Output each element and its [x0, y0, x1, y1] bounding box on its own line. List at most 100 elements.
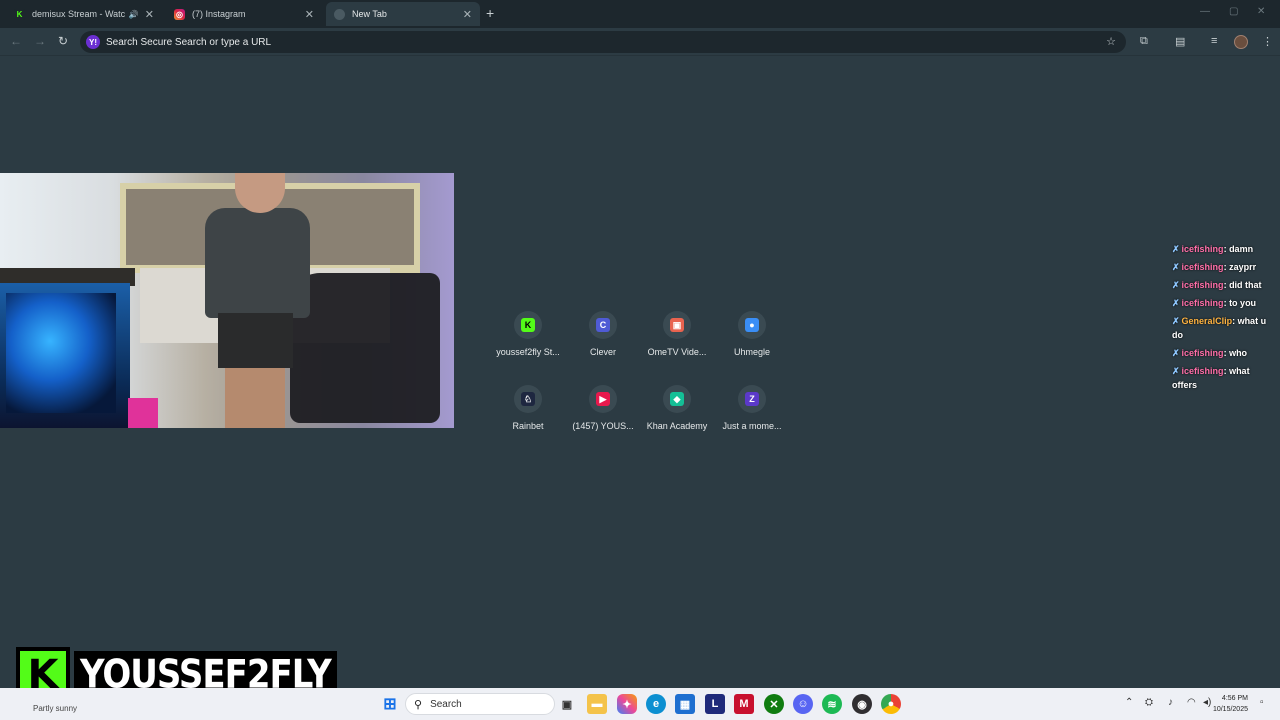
chat-badge-icon: ✗	[1172, 280, 1180, 290]
chat-text: zayprr	[1229, 262, 1257, 272]
chat-badge-icon: ✗	[1172, 348, 1180, 358]
chat-username[interactable]: icefishing	[1182, 262, 1224, 272]
chat-username[interactable]: icefishing	[1182, 298, 1224, 308]
profile-avatar[interactable]	[1234, 35, 1248, 49]
shortcut-tile[interactable]: ● Uhmegle	[712, 311, 792, 357]
shortcut-label: Just a mome...	[722, 421, 782, 431]
close-window-icon[interactable]: ✕	[1257, 6, 1265, 17]
chat-message: ✗ icefishing: damn	[1172, 244, 1254, 254]
chat-bubble-icon: ●	[745, 318, 759, 332]
shortcut-icon-circle: ▣	[663, 311, 691, 339]
close-tab-icon[interactable]: ✕	[463, 8, 472, 21]
chat-username[interactable]: icefishing	[1182, 244, 1224, 254]
forward-icon[interactable]: →	[34, 34, 46, 48]
menu-icon[interactable]: ⋮	[1262, 35, 1273, 48]
bookmark-star-icon[interactable]: ☆	[1106, 35, 1116, 48]
microphone-icon[interactable]: ♪	[1168, 697, 1173, 708]
wifi-icon[interactable]: ◠	[1187, 697, 1196, 708]
address-bar[interactable]: Y! Search Secure Search or type a URL ☆	[80, 31, 1126, 53]
shortcut-tile[interactable]: Kyoussef2fly St...	[488, 311, 568, 357]
copilot-icon[interactable]: ✦	[617, 694, 637, 714]
chat-text: did that	[1229, 280, 1262, 290]
shortcut-tile[interactable]: ♘ Rainbet	[488, 385, 568, 431]
search-icon: ⚲	[414, 698, 423, 711]
browser-toolbar: ← → ↻ Y! Search Secure Search or type a …	[0, 28, 1280, 56]
chat-message: ✗ icefishing: zayprr	[1172, 262, 1257, 272]
shortcut-label: Uhmegle	[733, 347, 771, 357]
minimize-icon[interactable]: —	[1200, 6, 1210, 17]
shortcut-tile[interactable]: C Clever	[563, 311, 643, 357]
media-control-icon[interactable]: ≡	[1211, 35, 1217, 47]
tray-app-icon[interactable]: ⛭	[1145, 697, 1153, 708]
shortcut-label: OmeTV Vide...	[647, 347, 707, 357]
address-bar-placeholder: Search Secure Search or type a URL	[106, 36, 272, 48]
chat-message: ✗ icefishing: to you	[1172, 298, 1257, 308]
close-tab-icon[interactable]: ✕	[305, 8, 314, 21]
task-view-icon[interactable]: ▣	[557, 694, 577, 714]
cloudflare-icon: Z	[745, 392, 759, 406]
shortcut-icon-circle: ◆	[663, 385, 691, 413]
back-icon[interactable]: ←	[10, 34, 22, 48]
webcam-person	[200, 173, 310, 428]
shortcut-tile[interactable]: ▣ OmeTV Vide...	[637, 311, 717, 357]
chat-message: ✗ GeneralClip: what u do	[1172, 316, 1267, 340]
taskbar: Partly sunny ⊞ ⚲ Search ▣ ▬ ✦ e ▦ L M ✕ …	[0, 688, 1280, 720]
shortcut-icon-circle: C	[589, 311, 617, 339]
edge-icon[interactable]: e	[646, 694, 666, 714]
taskbar-clock[interactable]: 4:56 PM 10/15/2025	[1208, 693, 1248, 715]
obs-icon[interactable]: ◉	[852, 694, 872, 714]
chat-message: ✗ icefishing: did that	[1172, 280, 1262, 290]
close-tab-icon[interactable]: ✕	[145, 8, 154, 21]
reload-icon[interactable]: ↻	[58, 34, 68, 48]
extensions-icon[interactable]: ⧉	[1140, 35, 1148, 48]
file-explorer-icon[interactable]: ▬	[587, 694, 607, 714]
sidebar-icon[interactable]: ▤	[1175, 35, 1185, 48]
shortcut-tile[interactable]: ▶ (1457) YOUS...	[563, 385, 643, 431]
chat-username[interactable]: icefishing	[1182, 348, 1224, 358]
chat-badge-icon: ✗	[1172, 244, 1180, 254]
clever-icon: C	[596, 318, 610, 332]
search-engine-icon: Y!	[86, 35, 100, 49]
tab-title: New Tab	[352, 9, 387, 19]
shortcut-label: Clever	[589, 347, 616, 357]
chat-username[interactable]: icefishing	[1182, 280, 1224, 290]
store-icon[interactable]: ▦	[675, 694, 695, 714]
shortcut-label: (1457) YOUS...	[572, 421, 634, 431]
shortcut-label: Rainbet	[512, 421, 544, 431]
chrome-icon[interactable]: ●	[881, 694, 901, 714]
tray-chevron-icon[interactable]: ⌃	[1125, 697, 1133, 708]
app-l-icon[interactable]: L	[705, 694, 725, 714]
shortcut-icon-circle: Z	[738, 385, 766, 413]
tab-new-tab[interactable]: New Tab ✕	[326, 2, 480, 26]
rainbet-icon: ♘	[521, 392, 535, 406]
tab-strip: K demisux Stream - Watch Li 🔊 ✕ ◎ (7) In…	[0, 0, 1280, 28]
chat-message: ✗ icefishing: who	[1172, 348, 1248, 358]
taskbar-search-placeholder: Search	[430, 698, 462, 710]
instagram-icon: ◎	[174, 8, 185, 20]
tab-kick-stream[interactable]: K demisux Stream - Watch Li 🔊 ✕	[6, 2, 162, 26]
chat-username[interactable]: icefishing	[1182, 366, 1224, 376]
discord-icon[interactable]: ☺	[793, 694, 813, 714]
weather-widget[interactable]: Partly sunny	[33, 704, 77, 713]
shortcut-icon-circle: ♘	[514, 385, 542, 413]
shortcut-tile[interactable]: Z Just a mome...	[712, 385, 792, 431]
stream-webcam-overlay	[0, 173, 454, 428]
maximize-icon[interactable]: ▢	[1229, 6, 1238, 17]
shortcut-tile[interactable]: ◆ Khan Academy	[637, 385, 717, 431]
spotify-icon[interactable]: ≋	[822, 694, 842, 714]
stream-chat-overlay: ✗ icefishing: damn ✗ icefishing: zayprr ✗ ice…	[1172, 240, 1277, 394]
shortcut-icon-circle: ▶	[589, 385, 617, 413]
windows-start-icon[interactable]: ⊞	[380, 694, 400, 714]
mcafee-icon[interactable]: M	[734, 694, 754, 714]
speaker-icon[interactable]: 🔊	[129, 10, 139, 19]
chat-username[interactable]: GeneralClip	[1182, 316, 1233, 326]
taskbar-search[interactable]: ⚲ Search	[405, 693, 555, 715]
new-tab-button[interactable]: +	[486, 5, 494, 21]
kick-icon: K	[521, 318, 535, 332]
shortcut-label: youssef2fly St...	[496, 347, 560, 357]
chat-text: damn	[1229, 244, 1254, 254]
tab-instagram[interactable]: ◎ (7) Instagram ✕	[166, 2, 322, 26]
notifications-icon[interactable]: ▫	[1260, 697, 1264, 708]
xbox-icon[interactable]: ✕	[764, 694, 784, 714]
chat-badge-icon: ✗	[1172, 316, 1180, 326]
